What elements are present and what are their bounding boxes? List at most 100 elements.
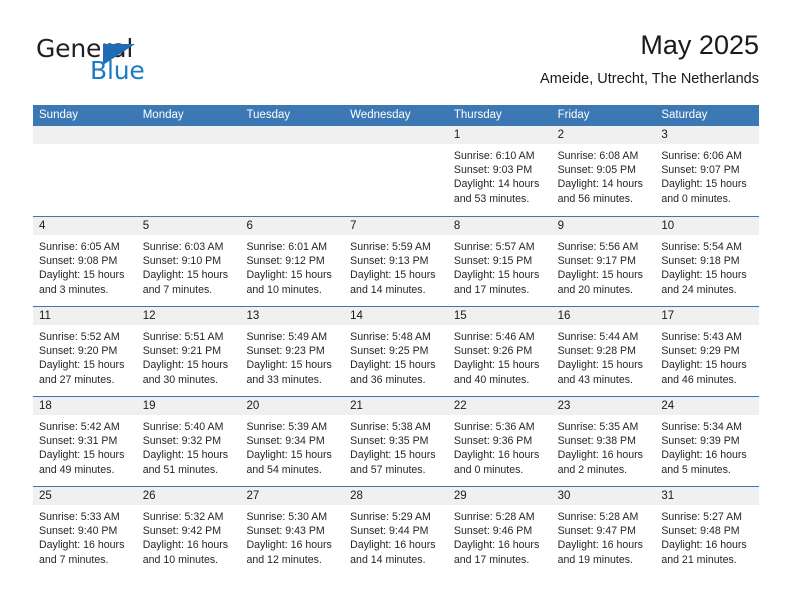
weekday-header-row: Sunday Monday Tuesday Wednesday Thursday… — [33, 105, 759, 126]
day-cell[interactable]: 27 Sunrise: 5:30 AM Sunset: 9:43 PM Dayligh… — [240, 487, 345, 576]
day-number: 23 — [551, 397, 656, 415]
day-cell[interactable]: 23 Sunrise: 5:35 AM Sunset: 9:38 PM Dayligh… — [551, 397, 656, 486]
day-cell[interactable]: 15 Sunrise: 5:46 AM Sunset: 9:26 PM Dayligh… — [447, 307, 552, 396]
day-cell[interactable]: 31 Sunrise: 5:27 AM Sunset: 9:48 PM Dayligh… — [655, 487, 760, 576]
day-cell[interactable]: 30 Sunrise: 5:28 AM Sunset: 9:47 PM Dayligh… — [551, 487, 656, 576]
day-number: 24 — [655, 397, 760, 415]
day-cell[interactable]: 9 Sunrise: 5:56 AM Sunset: 9:17 PM Daylight… — [551, 217, 656, 306]
day-details: Sunrise: 5:49 AM Sunset: 9:23 PM Daylight:… — [240, 325, 344, 387]
daylight-text-line1: Daylight: 15 hours — [350, 269, 436, 282]
daylight-text-line2: and 14 minutes. — [350, 283, 426, 296]
day-cell[interactable]: 14 Sunrise: 5:48 AM Sunset: 9:25 PM Dayligh… — [344, 307, 448, 396]
day-number: 4 — [33, 217, 137, 235]
day-details: Sunrise: 6:10 AM Sunset: 9:03 PM Daylight:… — [448, 144, 552, 206]
sunset-text: Sunset: 9:31 PM — [39, 435, 118, 448]
day-number: 10 — [655, 217, 760, 235]
day-cell[interactable]: 28 Sunrise: 5:29 AM Sunset: 9:44 PM Dayligh… — [344, 487, 448, 576]
day-details: Sunrise: 5:29 AM Sunset: 9:44 PM Daylight:… — [344, 505, 448, 567]
day-cell[interactable]: 26 Sunrise: 5:32 AM Sunset: 9:42 PM Dayligh… — [136, 487, 241, 576]
day-details: Sunrise: 5:28 AM Sunset: 9:47 PM Daylight:… — [552, 505, 656, 567]
day-details: Sunrise: 5:40 AM Sunset: 9:32 PM Daylight:… — [137, 415, 241, 477]
day-cell[interactable]: 21 Sunrise: 5:38 AM Sunset: 9:35 PM Dayligh… — [344, 397, 448, 486]
sunset-text: Sunset: 9:21 PM — [142, 345, 222, 358]
day-cell[interactable]: 4 Sunrise: 6:05 AM Sunset: 9:08 PM Daylight… — [33, 217, 137, 306]
day-details: Sunrise: 5:43 AM Sunset: 9:29 PM Daylight:… — [655, 325, 759, 387]
day-number: 2 — [551, 126, 656, 144]
daylight-text-line2: and 57 minutes. — [350, 463, 426, 476]
day-details: Sunrise: 5:52 AM Sunset: 9:20 PM Daylight:… — [33, 325, 137, 387]
day-cell[interactable]: 22 Sunrise: 5:36 AM Sunset: 9:36 PM Dayligh… — [447, 397, 552, 486]
daylight-text-line2: and 17 minutes. — [453, 553, 530, 566]
daylight-text-line1: Daylight: 16 hours — [557, 539, 643, 552]
day-details: Sunrise: 5:57 AM Sunset: 9:15 PM Daylight:… — [448, 235, 552, 297]
week-row: 1 Sunrise: 6:10 AM Sunset: 9:03 PM Daylight… — [33, 126, 760, 216]
sunset-text: Sunset: 9:25 PM — [350, 345, 429, 358]
daylight-text-line1: Daylight: 15 hours — [39, 269, 125, 282]
day-cell[interactable]: 13 Sunrise: 5:49 AM Sunset: 9:23 PM Dayligh… — [240, 307, 345, 396]
daylight-text-line2: and 53 minutes. — [453, 192, 530, 205]
weekday-header-wednesday: Wednesday — [350, 109, 411, 121]
day-cell[interactable]: 6 Sunrise: 6:01 AM Sunset: 9:12 PM Daylight… — [240, 217, 345, 306]
daylight-text-line2: and 14 minutes. — [350, 553, 426, 566]
day-number: 6 — [240, 217, 345, 235]
day-number: 11 — [33, 307, 137, 325]
weeks-container: 1 Sunrise: 6:10 AM Sunset: 9:03 PM Daylight… — [33, 126, 760, 576]
sunrise-text: Sunrise: 5:39 AM — [246, 421, 328, 433]
sunset-text: Sunset: 9:38 PM — [557, 435, 636, 448]
sunrise-text: Sunrise: 5:32 AM — [142, 511, 224, 523]
day-cell[interactable]: 1 Sunrise: 6:10 AM Sunset: 9:03 PM Daylight… — [447, 126, 552, 216]
sunset-text: Sunset: 9:42 PM — [142, 525, 222, 538]
sunset-text: Sunset: 9:26 PM — [453, 345, 533, 358]
day-cell[interactable]: 17 Sunrise: 5:43 AM Sunset: 9:29 PM Dayligh… — [655, 307, 760, 396]
day-cell[interactable]: 5 Sunrise: 6:03 AM Sunset: 9:10 PM Daylight… — [136, 217, 241, 306]
sunrise-text: Sunrise: 5:49 AM — [246, 331, 328, 343]
sunrise-text: Sunrise: 6:05 AM — [39, 241, 120, 253]
sunset-text: Sunset: 9:36 PM — [453, 435, 533, 448]
sunrise-text: Sunrise: 5:48 AM — [350, 331, 431, 343]
day-details: Sunrise: 5:38 AM Sunset: 9:35 PM Daylight:… — [344, 415, 448, 477]
day-cell[interactable]: 2 Sunrise: 6:08 AM Sunset: 9:05 PM Daylight… — [551, 126, 656, 216]
day-cell[interactable]: 16 Sunrise: 5:44 AM Sunset: 9:28 PM Dayligh… — [551, 307, 656, 396]
day-cell[interactable]: 8 Sunrise: 5:57 AM Sunset: 9:15 PM Daylight… — [447, 217, 552, 306]
day-cell[interactable]: 3 Sunrise: 6:06 AM Sunset: 9:07 PM Daylight… — [655, 126, 760, 216]
day-details: Sunrise: 5:44 AM Sunset: 9:28 PM Daylight:… — [552, 325, 656, 387]
daylight-text-line1: Daylight: 15 hours — [39, 359, 125, 372]
sunset-text: Sunset: 9:35 PM — [350, 435, 429, 448]
day-details: Sunrise: 5:32 AM Sunset: 9:42 PM Daylight:… — [137, 505, 241, 567]
day-cell[interactable]: 11 Sunrise: 5:52 AM Sunset: 9:20 PM Dayligh… — [33, 307, 137, 396]
general-blue-logo: General Blue — [33, 34, 213, 90]
daylight-text-line1: Daylight: 15 hours — [142, 359, 229, 372]
daylight-text-line1: Daylight: 16 hours — [39, 539, 125, 552]
sunset-text: Sunset: 9:23 PM — [246, 345, 325, 358]
sunrise-text: Sunrise: 6:03 AM — [142, 241, 224, 253]
sunrise-text: Sunrise: 6:01 AM — [246, 241, 328, 253]
day-cell[interactable]: 7 Sunrise: 5:59 AM Sunset: 9:13 PM Daylight… — [344, 217, 448, 306]
day-cell[interactable]: 29 Sunrise: 5:28 AM Sunset: 9:46 PM Dayligh… — [447, 487, 552, 576]
day-cell[interactable]: 10 Sunrise: 5:54 AM Sunset: 9:18 PM Dayligh… — [655, 217, 760, 306]
day-cell[interactable]: 20 Sunrise: 5:39 AM Sunset: 9:34 PM Dayligh… — [240, 397, 345, 486]
day-cell[interactable]: 19 Sunrise: 5:40 AM Sunset: 9:32 PM Dayligh… — [136, 397, 241, 486]
day-cell-empty — [240, 126, 345, 216]
daylight-text-line2: and 46 minutes. — [661, 373, 737, 386]
sunset-text: Sunset: 9:39 PM — [661, 435, 740, 448]
week-row: 25 Sunrise: 5:33 AM Sunset: 9:40 PM Dayligh… — [33, 486, 760, 576]
sunset-text: Sunset: 9:08 PM — [39, 255, 118, 268]
sunset-text: Sunset: 9:10 PM — [142, 255, 222, 268]
day-details: Sunrise: 6:01 AM Sunset: 9:12 PM Daylight:… — [240, 235, 344, 297]
sunrise-text: Sunrise: 5:57 AM — [453, 241, 535, 253]
day-number: 25 — [33, 487, 137, 505]
day-number: 19 — [136, 397, 241, 415]
sunrise-text: Sunrise: 5:34 AM — [661, 421, 742, 433]
day-number: 22 — [447, 397, 552, 415]
day-details: Sunrise: 5:34 AM Sunset: 9:39 PM Daylight:… — [655, 415, 759, 477]
day-cell[interactable]: 24 Sunrise: 5:34 AM Sunset: 9:39 PM Dayligh… — [655, 397, 760, 486]
weekday-header-sunday: Sunday — [39, 109, 79, 121]
daylight-text-line2: and 3 minutes. — [39, 283, 109, 296]
day-cell[interactable]: 12 Sunrise: 5:51 AM Sunset: 9:21 PM Dayligh… — [136, 307, 241, 396]
daylight-text-line1: Daylight: 15 hours — [246, 449, 332, 462]
daylight-text-line2: and 19 minutes. — [557, 553, 633, 566]
day-cell[interactable]: 25 Sunrise: 5:33 AM Sunset: 9:40 PM Dayligh… — [33, 487, 137, 576]
day-cell-empty — [344, 126, 448, 216]
day-cell[interactable]: 18 Sunrise: 5:42 AM Sunset: 9:31 PM Dayligh… — [33, 397, 137, 486]
daylight-text-line1: Daylight: 15 hours — [661, 178, 747, 191]
